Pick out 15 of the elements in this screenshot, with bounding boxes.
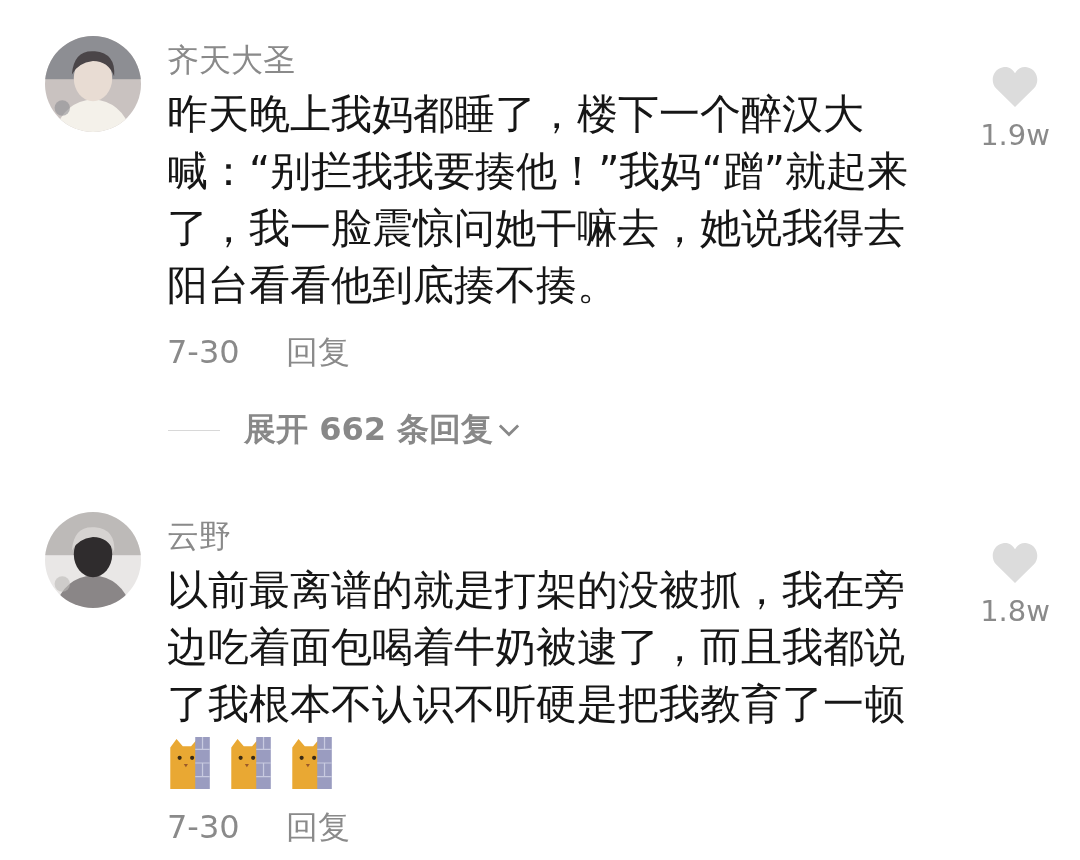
author-name[interactable]: 云野 <box>167 514 915 558</box>
cat-emoji-icon <box>289 737 333 789</box>
expand-replies-link[interactable]: 展开 662 条回复 <box>244 408 522 452</box>
comment-text: 以前最离谱的就是打架的没被抓，我在旁边吃着面包喝着牛奶被逮了，而且我都说了我根本不认识不听硬是把我教育了一顿 <box>167 565 906 730</box>
author-name[interactable]: 齐天大圣 <box>167 38 915 82</box>
like-count: 1.8w <box>980 594 1050 628</box>
cat-emoji-icon <box>228 737 272 789</box>
like-count: 1.9w <box>980 118 1050 152</box>
chevron-down-icon <box>497 422 522 438</box>
comment-date: 7-30 <box>167 332 240 373</box>
cat-emoji-icon <box>167 737 211 789</box>
reply-link[interactable]: 回复 <box>285 805 350 849</box>
comment-date: 7-30 <box>167 807 240 848</box>
reply-link[interactable]: 回复 <box>285 330 350 374</box>
comment-text: 昨天晚上我妈都睡了，楼下一个醉汉大喊：“别拦我我要揍他！”我妈“蹭”就起来了，我一脸震惊问她干嘛去，她说我得去阳台看看他到底揍不揍。 <box>167 89 909 311</box>
